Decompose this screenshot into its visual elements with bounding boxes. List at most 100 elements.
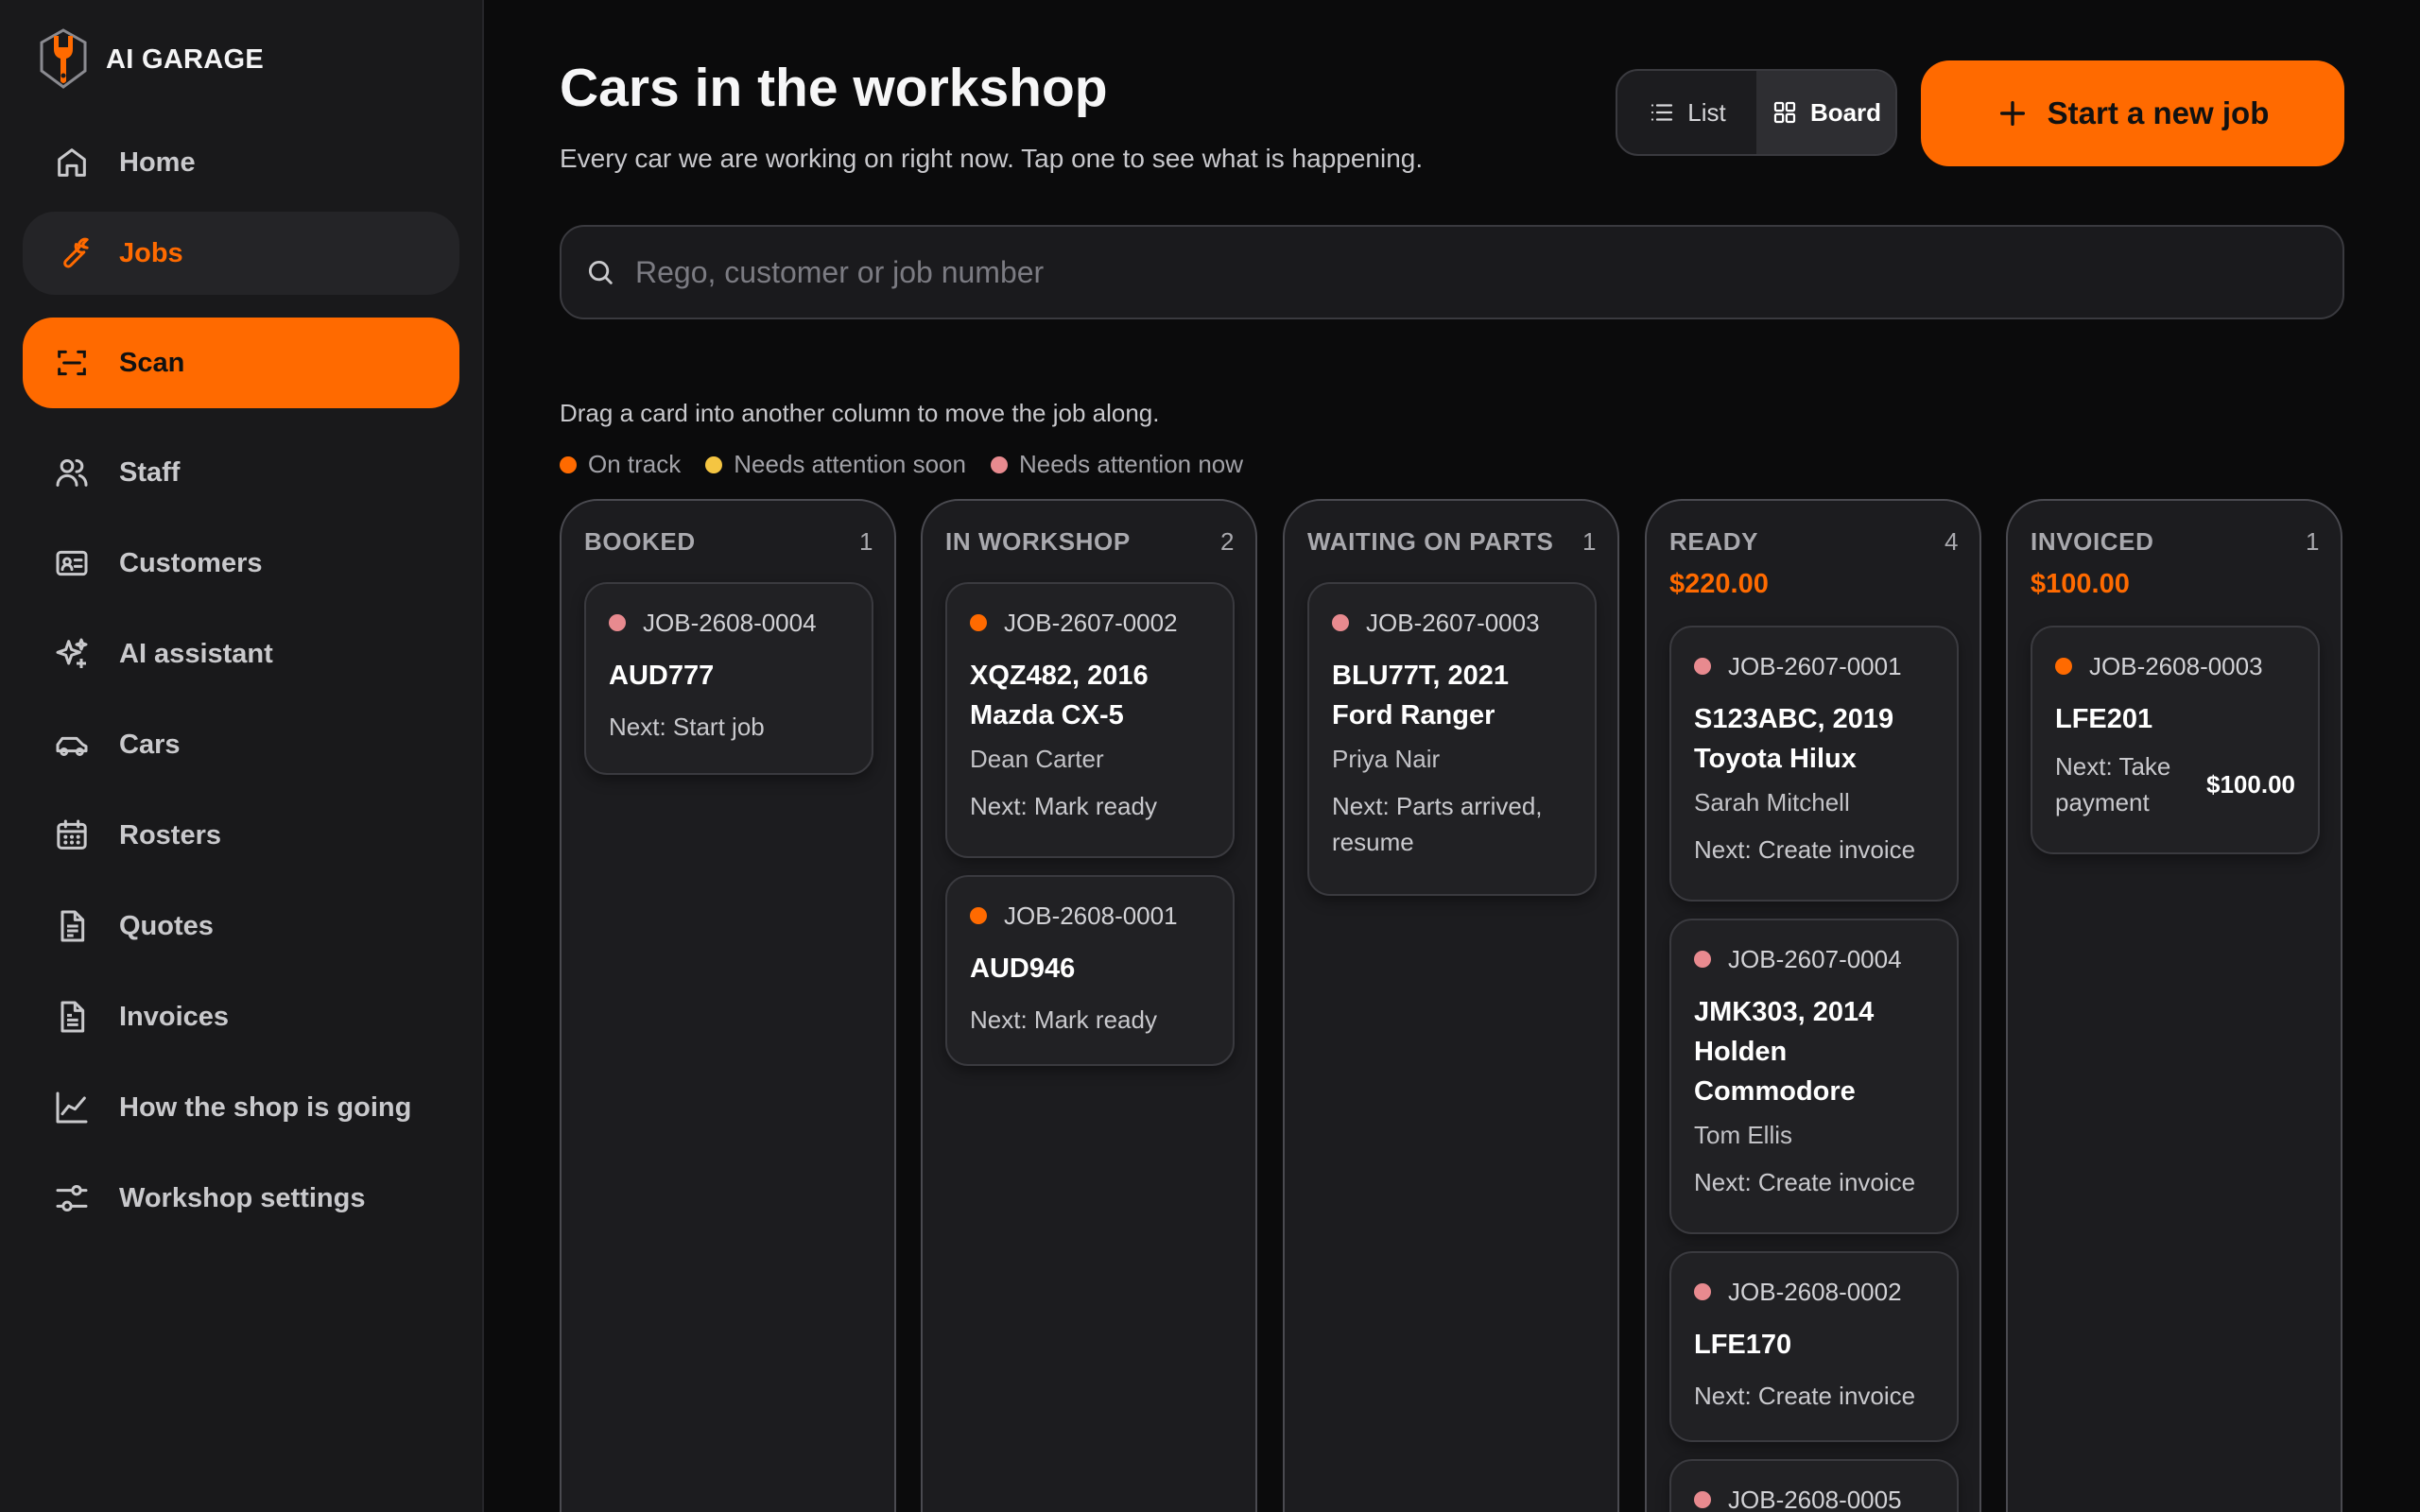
wrench-icon [63, 237, 89, 268]
job-id: JOB-2608-0001 [1004, 901, 1178, 930]
job-id-row: JOB-2607-0003 [1332, 609, 1572, 637]
sidebar-item-scan[interactable]: Scan [23, 318, 459, 408]
status-dot [970, 907, 987, 924]
chart-line-icon [56, 1091, 88, 1124]
calendar-icon [57, 819, 87, 850]
job-id-row: JOB-2608-0005 [1694, 1486, 1934, 1512]
job-next-step: Next: Create invoice [1694, 1382, 1916, 1410]
status-legend: On track Needs attention soon Needs atte… [560, 450, 1243, 479]
sidebar-item-customers[interactable]: Customers [23, 522, 459, 605]
start-new-job-button[interactable]: Start a new job [1921, 60, 2344, 166]
search-input[interactable] [635, 254, 2342, 290]
sidebar-item-label: Invoices [119, 1001, 230, 1032]
sidebar-item-invoices[interactable]: Invoices [23, 975, 459, 1058]
page-subtitle: Every car we are working on right now. T… [560, 144, 1424, 173]
job-id-row: JOB-2607-0001 [1694, 652, 1934, 680]
job-customer: Tom Ellis [1694, 1121, 1793, 1149]
job-car: LFE201 [2055, 704, 2153, 734]
home-icon [58, 148, 86, 177]
column-count: 1 [2305, 527, 2320, 556]
status-dot [1694, 1491, 1711, 1508]
job-customer: Priya Nair [1332, 745, 1441, 773]
sidebar-item-label: Cars [119, 729, 181, 760]
column-total: $100.00 [2031, 569, 2130, 599]
job-id: JOB-2608-0005 [1728, 1485, 1902, 1512]
view-board-button[interactable]: Board [1756, 71, 1895, 154]
job-car: BLU77T, 2021 Ford Ranger [1332, 661, 1509, 730]
status-dot [2055, 658, 2072, 675]
sidebar-item-ai-assistant[interactable]: AI assistant [23, 612, 459, 696]
column-invoiced[interactable]: INVOICED 1 $100.00 JOB-2608-0003 LFE201 … [2006, 499, 2342, 1512]
sidebar-item-label: Quotes [119, 910, 214, 941]
column-title: WAITING ON PARTS [1307, 527, 1554, 556]
column-header: INVOICED 1 [2031, 527, 2320, 557]
job-id-row: JOB-2608-0002 [1694, 1278, 1934, 1306]
column-count: 1 [858, 527, 873, 556]
job-card[interactable]: JOB-2608-0004 AUD777 Next: Start job [584, 582, 873, 775]
column-in-workshop[interactable]: IN WORKSHOP 2 JOB-2607-0002 XQZ482, 2016… [921, 499, 1257, 1512]
view-toggle: List Board [1616, 69, 1897, 156]
sidebar-item-home[interactable]: Home [23, 121, 459, 204]
job-next-step: Next: Take payment [2055, 752, 2171, 816]
job-customer: Dean Carter [970, 745, 1104, 773]
page-title: Cars in the workshop [560, 58, 1108, 118]
sidebar-item-label: Jobs [119, 237, 183, 268]
job-card[interactable]: JOB-2607-0002 XQZ482, 2016 Mazda CX-5 De… [945, 582, 1235, 858]
legend-item-on-track: On track [560, 450, 681, 479]
sidebar-item-jobs[interactable]: Jobs [23, 212, 459, 295]
document-icon [60, 910, 85, 942]
legend-item-attention-soon: Needs attention soon [705, 450, 966, 479]
job-id-row: JOB-2608-0001 [970, 902, 1210, 930]
status-dot [705, 455, 723, 473]
job-id: JOB-2608-0002 [1728, 1277, 1902, 1306]
view-board-label: Board [1809, 97, 1882, 127]
column-ready[interactable]: READY 4 $220.00 JOB-2607-0001 S123ABC, 2… [1645, 499, 1981, 1512]
status-dot [1694, 1283, 1711, 1300]
job-id: JOB-2607-0003 [1366, 608, 1540, 637]
job-card[interactable]: JOB-2607-0003 BLU77T, 2021 Ford Ranger P… [1307, 582, 1597, 896]
job-next-step: Next: Mark ready [970, 1005, 1157, 1034]
brand[interactable]: AI GARAGE [38, 28, 264, 91]
sidebar-item-workshop-settings[interactable]: Workshop settings [23, 1157, 459, 1240]
car-icon [56, 736, 88, 756]
sidebar-item-label: AI assistant [119, 638, 273, 669]
job-customer: Sarah Mitchell [1694, 788, 1850, 816]
status-dot [609, 614, 626, 631]
job-next-step: Next: Create invoice [1694, 835, 1916, 864]
sidebar-item-quotes[interactable]: Quotes [23, 885, 459, 968]
sidebar-item-label: Home [119, 146, 196, 178]
job-card[interactable]: JOB-2608-0005 [1669, 1459, 1959, 1512]
sidebar-item-staff[interactable]: Staff [23, 431, 459, 514]
scan-icon [58, 350, 86, 376]
job-id: JOB-2607-0002 [1004, 608, 1178, 637]
job-amount: $100.00 [2206, 769, 2295, 799]
plus-icon [1999, 100, 2025, 127]
job-card[interactable]: JOB-2608-0001 AUD946 Next: Mark ready [945, 875, 1235, 1066]
sidebar-item-cars[interactable]: Cars [23, 703, 459, 786]
job-id: JOB-2607-0001 [1728, 651, 1902, 680]
status-dot [1332, 614, 1349, 631]
sidebar-item-rosters[interactable]: Rosters [23, 794, 459, 877]
column-waiting-on-parts[interactable]: WAITING ON PARTS 1 JOB-2607-0003 BLU77T,… [1283, 499, 1619, 1512]
search-bar [560, 225, 2344, 319]
grid-icon [1773, 101, 1796, 124]
users-icon [56, 459, 88, 487]
sidebar-item-label: Workshop settings [119, 1182, 366, 1213]
column-count: 4 [1944, 527, 1959, 556]
job-card[interactable]: JOB-2608-0002 LFE170 Next: Create invoic… [1669, 1251, 1959, 1442]
job-card[interactable]: JOB-2607-0001 S123ABC, 2019 Toyota Hilux… [1669, 626, 1959, 902]
job-card[interactable]: JOB-2608-0003 LFE201 Next: Take payment … [2031, 626, 2320, 854]
job-car: AUD946 [970, 954, 1076, 984]
column-title: READY [1669, 527, 1759, 556]
job-card[interactable]: JOB-2607-0004 JMK303, 2014 Holden Commod… [1669, 919, 1959, 1234]
view-list-button[interactable]: List [1617, 71, 1756, 154]
column-title: IN WORKSHOP [945, 527, 1131, 556]
status-dot [1694, 658, 1711, 675]
sidebar-item-label: Customers [119, 547, 263, 578]
job-id-row: JOB-2607-0002 [970, 609, 1210, 637]
sidebar-item-how-the-shop-is-going[interactable]: How the shop is going [23, 1066, 459, 1149]
column-booked[interactable]: BOOKED 1 JOB-2608-0004 AUD777 Next: Star… [560, 499, 896, 1512]
invoice-icon [60, 1001, 85, 1033]
job-car: AUD777 [609, 661, 715, 691]
job-next-row: Next: Take payment $100.00 [2055, 748, 2295, 820]
